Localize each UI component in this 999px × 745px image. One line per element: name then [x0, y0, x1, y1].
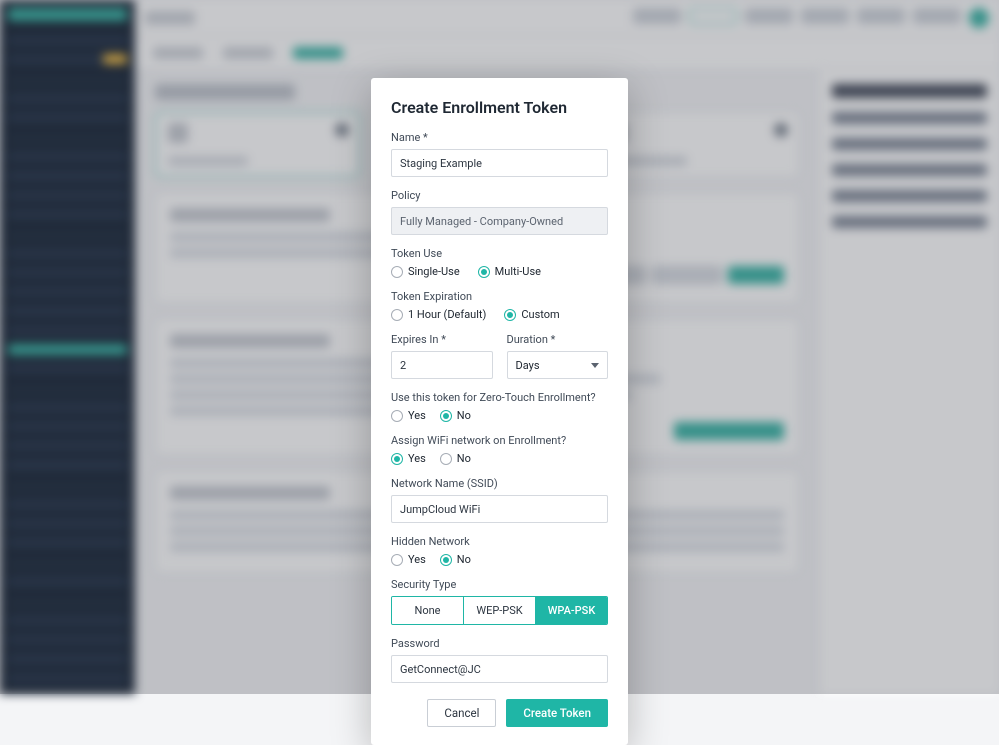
hidden-yes-radio[interactable]: Yes	[391, 553, 426, 566]
cancel-button[interactable]: Cancel	[427, 699, 496, 727]
assign-wifi-yes-radio[interactable]: Yes	[391, 452, 426, 465]
token-expiration-label: Token Expiration	[391, 290, 608, 303]
token-use-single-radio[interactable]: Single-Use	[391, 265, 460, 278]
modal-title: Create Enrollment Token	[391, 98, 608, 117]
expires-in-label: Expires In *	[391, 333, 493, 346]
name-input[interactable]	[391, 149, 608, 177]
assign-wifi-label: Assign WiFi network on Enrollment?	[391, 434, 608, 447]
zero-touch-no-radio[interactable]: No	[440, 409, 471, 422]
security-wep-option[interactable]: WEP-PSK	[463, 597, 535, 624]
security-type-segmented: None WEP-PSK WPA-PSK	[391, 596, 608, 625]
duration-label: Duration *	[507, 333, 609, 346]
security-type-label: Security Type	[391, 578, 608, 591]
policy-input	[391, 207, 608, 235]
password-label: Password	[391, 637, 608, 650]
hidden-network-label: Hidden Network	[391, 535, 608, 548]
expires-in-input[interactable]	[391, 351, 493, 379]
policy-label: Policy	[391, 189, 608, 202]
create-enrollment-token-modal: Create Enrollment Token Name * Policy To…	[371, 78, 628, 745]
hidden-no-radio[interactable]: No	[440, 553, 471, 566]
zero-touch-yes-radio[interactable]: Yes	[391, 409, 426, 422]
name-label: Name *	[391, 131, 608, 144]
password-input[interactable]	[391, 655, 608, 683]
ssid-label: Network Name (SSID)	[391, 477, 608, 490]
duration-select[interactable]: Days	[507, 351, 609, 379]
token-use-multi-radio[interactable]: Multi-Use	[478, 265, 541, 278]
assign-wifi-no-radio[interactable]: No	[440, 452, 471, 465]
chevron-down-icon	[591, 363, 599, 368]
ssid-input[interactable]	[391, 495, 608, 523]
token-exp-default-radio[interactable]: 1 Hour (Default)	[391, 308, 486, 321]
create-token-button[interactable]: Create Token	[506, 699, 608, 727]
zero-touch-label: Use this token for Zero-Touch Enrollment…	[391, 391, 608, 404]
security-wpa-option[interactable]: WPA-PSK	[535, 597, 607, 624]
token-use-label: Token Use	[391, 247, 608, 260]
modal-overlay: Create Enrollment Token Name * Policy To…	[0, 0, 999, 694]
token-exp-custom-radio[interactable]: Custom	[504, 308, 559, 321]
security-none-option[interactable]: None	[392, 597, 463, 624]
